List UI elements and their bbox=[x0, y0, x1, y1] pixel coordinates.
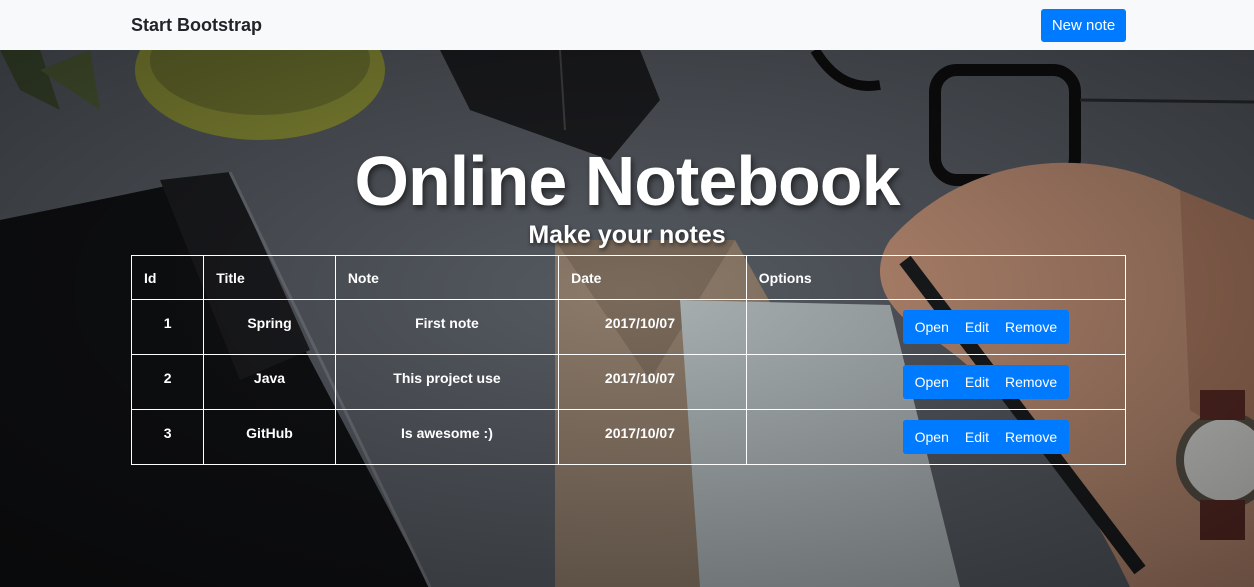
navbar-brand[interactable]: Start Bootstrap bbox=[131, 13, 262, 37]
table-row: 3 GitHub Is awesome :) 2017/10/07 Open E… bbox=[130, 409, 1127, 465]
cell-note: Is awesome :) bbox=[334, 409, 560, 465]
navbar: Start Bootstrap New note bbox=[0, 0, 1254, 50]
header-options: Options bbox=[745, 255, 1127, 300]
remove-button[interactable]: Remove bbox=[997, 365, 1070, 399]
header-date: Date bbox=[558, 255, 747, 300]
table-header-row: Id Title Note Date Options bbox=[130, 255, 1127, 300]
cell-note: First note bbox=[334, 299, 560, 355]
edit-button[interactable]: Edit bbox=[956, 310, 997, 344]
row-actions: Open Edit Remove bbox=[902, 365, 1070, 399]
remove-button[interactable]: Remove bbox=[997, 310, 1070, 344]
page-subtitle: Make your notes bbox=[528, 221, 726, 249]
table-row: 2 Java This project use 2017/10/07 Open … bbox=[130, 354, 1127, 410]
open-button[interactable]: Open bbox=[902, 310, 957, 344]
header-note: Note bbox=[334, 255, 560, 300]
cell-id: 2 bbox=[130, 354, 205, 410]
cell-options: Open Edit Remove bbox=[745, 354, 1127, 410]
cell-id: 3 bbox=[130, 409, 205, 465]
cell-date: 2017/10/07 bbox=[558, 354, 747, 410]
cell-id: 1 bbox=[130, 299, 205, 355]
cell-title: GitHub bbox=[203, 409, 336, 465]
cell-options: Open Edit Remove bbox=[745, 299, 1127, 355]
remove-button[interactable]: Remove bbox=[997, 420, 1070, 454]
edit-button[interactable]: Edit bbox=[956, 365, 997, 399]
cell-title: Spring bbox=[203, 299, 336, 355]
open-button[interactable]: Open bbox=[902, 420, 957, 454]
cell-date: 2017/10/07 bbox=[558, 299, 747, 355]
row-actions: Open Edit Remove bbox=[902, 310, 1070, 344]
cell-title: Java bbox=[203, 354, 336, 410]
cell-options: Open Edit Remove bbox=[745, 409, 1127, 465]
row-actions: Open Edit Remove bbox=[902, 420, 1070, 454]
header-title: Title bbox=[203, 255, 336, 300]
page-title: Online Notebook bbox=[354, 142, 901, 220]
open-button[interactable]: Open bbox=[902, 365, 957, 399]
header-id: Id bbox=[130, 255, 205, 300]
table-row: 1 Spring First note 2017/10/07 Open Edit… bbox=[130, 299, 1127, 355]
cell-date: 2017/10/07 bbox=[558, 409, 747, 465]
new-note-button[interactable]: New note bbox=[1041, 9, 1126, 42]
notes-table: Id Title Note Date Options 1 Spring Firs… bbox=[130, 255, 1127, 465]
edit-button[interactable]: Edit bbox=[956, 420, 997, 454]
cell-note: This project use bbox=[334, 354, 560, 410]
